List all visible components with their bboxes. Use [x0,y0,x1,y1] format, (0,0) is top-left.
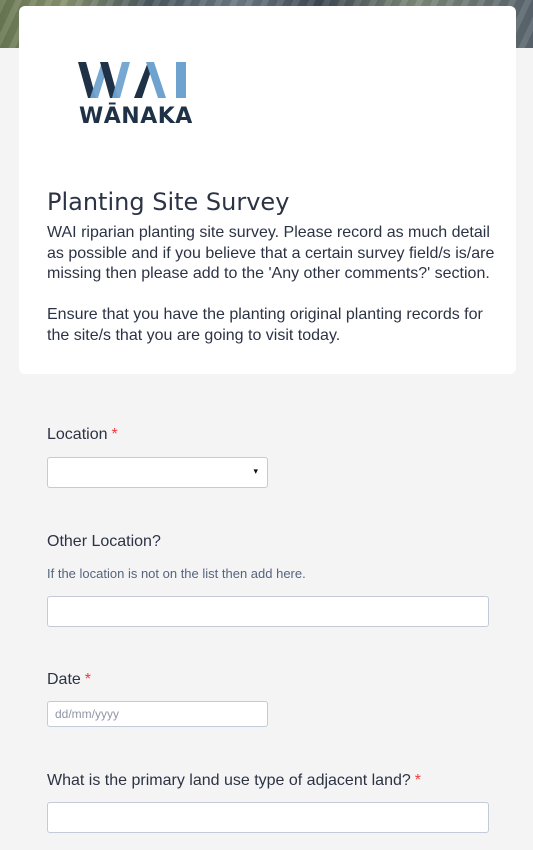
form-title: Planting Site Survey [47,188,290,216]
location-label: Location * [47,426,118,444]
form-description: WAI riparian planting site survey. Pleas… [47,223,497,346]
land-use-label-text: What is the primary land use type of adj… [47,772,411,789]
location-label-text: Location [47,426,108,443]
logo-wordmark: WĀNAKA [79,104,193,129]
location-select[interactable]: ▾ [47,457,268,488]
required-asterisk: * [84,671,92,688]
other-location-label: Other Location? [47,533,161,550]
caret-down-icon: ▾ [253,466,258,476]
required-asterisk: * [111,426,118,443]
other-location-input[interactable] [47,596,489,627]
required-asterisk: * [414,772,421,789]
date-label-text: Date [47,671,81,688]
land-use-label: What is the primary land use type of adj… [47,772,421,790]
form-description-paragraph: Ensure that you have the planting origin… [47,306,483,344]
form-description-paragraph: WAI riparian planting site survey. Pleas… [47,224,495,282]
form-header-card: WĀNAKA Planting Site Survey WAI riparian… [19,6,516,374]
wai-wanaka-logo: WĀNAKA [76,58,193,133]
date-label: Date * [47,671,91,689]
other-location-sublabel: If the location is not on the list then … [47,566,306,581]
land-use-input[interactable] [47,802,489,833]
wai-logo-mark [78,62,186,98]
date-input[interactable] [47,701,268,727]
